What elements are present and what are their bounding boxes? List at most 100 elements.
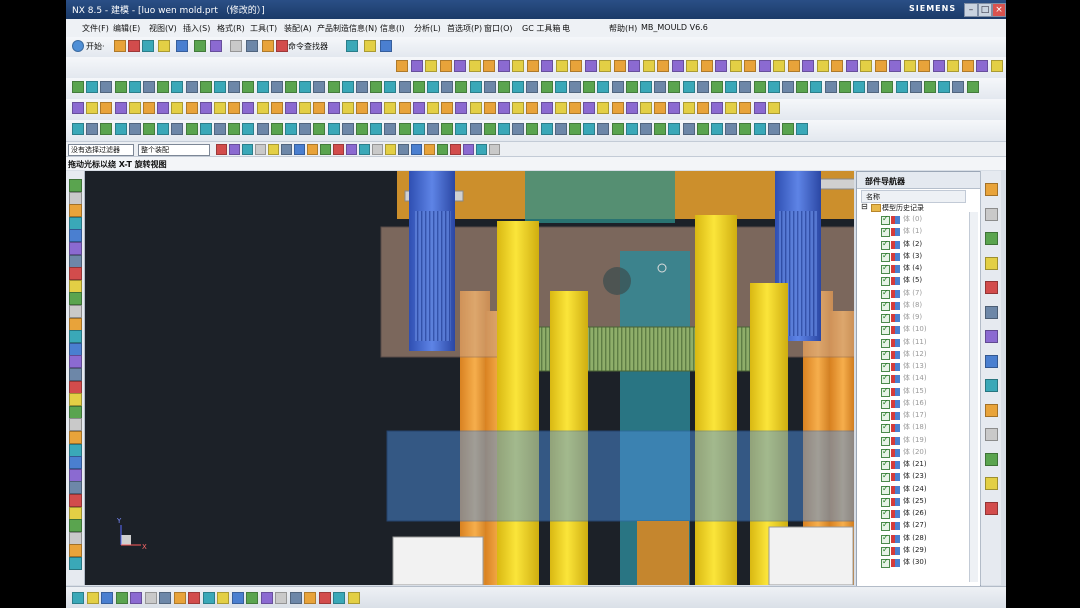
tool-icon[interactable]	[185, 123, 198, 135]
resource-tab-icon[interactable]	[985, 305, 998, 319]
tool-icon[interactable]	[918, 60, 930, 72]
tool-icon[interactable]	[824, 81, 837, 93]
side-tool-icon[interactable]	[69, 279, 82, 293]
tool-icon[interactable]	[569, 123, 581, 135]
tool-icon[interactable]	[990, 60, 1003, 72]
tool-icon[interactable]	[853, 81, 865, 93]
navigator-row[interactable]: 体 (9)	[903, 312, 922, 322]
filter-tool-icon[interactable]	[424, 144, 435, 155]
tool-icon[interactable]	[628, 60, 640, 72]
tool-icon[interactable]	[512, 60, 524, 72]
tool-icon[interactable]	[810, 81, 823, 93]
tool-icon[interactable]	[782, 123, 794, 135]
side-tool-icon[interactable]	[69, 229, 82, 243]
tool-icon[interactable]	[427, 81, 439, 93]
side-tool-icon[interactable]	[69, 204, 82, 218]
tool-icon[interactable]	[498, 81, 510, 93]
navigator-row[interactable]: 体 (0)	[903, 214, 922, 224]
tool-icon[interactable]	[86, 123, 99, 135]
side-tool-icon[interactable]	[69, 531, 82, 545]
tool-icon[interactable]	[100, 123, 113, 135]
tool-icon[interactable]	[143, 81, 155, 93]
tool-icon[interactable]	[526, 60, 539, 72]
tool-icon[interactable]	[72, 81, 84, 93]
tool-icon[interactable]	[540, 102, 553, 114]
tool-icon[interactable]	[711, 81, 723, 93]
type-filter-select[interactable]: 没有选择过滤器	[68, 144, 134, 156]
side-tool-icon[interactable]	[69, 418, 82, 432]
visibility-checkbox[interactable]	[881, 520, 890, 532]
visibility-checkbox[interactable]	[881, 361, 890, 372]
tool-icon[interactable]	[903, 60, 916, 72]
tool-icon[interactable]	[194, 40, 206, 52]
visibility-checkbox[interactable]	[881, 239, 890, 250]
navigator-row[interactable]: 体 (2)	[903, 239, 922, 249]
navigator-row[interactable]: 体 (26)	[903, 508, 927, 518]
bottom-tool-icon[interactable]	[318, 592, 331, 604]
tool-icon[interactable]	[176, 40, 188, 52]
tool-icon[interactable]	[185, 102, 198, 114]
tool-icon[interactable]	[299, 102, 312, 114]
visibility-checkbox[interactable]	[881, 251, 890, 262]
tool-icon[interactable]	[128, 102, 141, 114]
side-tool-icon[interactable]	[69, 179, 82, 192]
bottom-tool-icon[interactable]	[130, 592, 142, 604]
bottom-tool-icon[interactable]	[159, 592, 171, 604]
resource-tab-icon[interactable]	[985, 183, 998, 196]
tool-icon[interactable]	[270, 123, 283, 135]
menu-item-8[interactable]: 信息(I)	[380, 23, 405, 34]
maximize-button[interactable]: □	[978, 3, 992, 17]
tool-icon[interactable]	[242, 81, 255, 93]
navigator-row[interactable]: 体 (25)	[903, 496, 927, 506]
tool-icon[interactable]	[966, 81, 979, 93]
tool-icon[interactable]	[228, 102, 241, 114]
tool-icon[interactable]	[483, 102, 496, 114]
menu-item-5[interactable]: 工具(T)	[250, 23, 277, 34]
bottom-tool-icon[interactable]	[304, 592, 316, 604]
tool-icon[interactable]	[346, 40, 358, 52]
tool-icon[interactable]	[454, 60, 466, 72]
navigator-row[interactable]: 体 (16)	[903, 398, 927, 408]
tool-icon[interactable]	[554, 102, 567, 114]
menu-item-11[interactable]: 窗口(O)	[484, 23, 513, 34]
visibility-checkbox[interactable]	[881, 386, 890, 397]
menu-item-12[interactable]: GC 工具箱	[522, 23, 560, 34]
filter-tool-icon[interactable]	[216, 144, 227, 155]
tool-icon[interactable]	[739, 123, 752, 135]
side-tool-icon[interactable]	[69, 481, 82, 495]
visibility-checkbox[interactable]	[881, 373, 890, 385]
tool-icon[interactable]	[611, 81, 624, 93]
tool-icon[interactable]	[555, 60, 568, 72]
side-tool-icon[interactable]	[69, 216, 82, 230]
tool-icon[interactable]	[526, 102, 539, 114]
bottom-tool-icon[interactable]	[72, 592, 84, 604]
tool-icon[interactable]	[909, 81, 922, 93]
tool-icon[interactable]	[773, 60, 785, 72]
column-header[interactable]: 名称	[861, 190, 966, 203]
tool-icon[interactable]	[554, 123, 567, 135]
tool-icon[interactable]	[199, 102, 212, 114]
side-tool-icon[interactable]	[69, 242, 82, 255]
tool-icon[interactable]	[711, 102, 723, 114]
tool-icon[interactable]	[782, 81, 794, 93]
navigator-row[interactable]: 体 (17)	[903, 410, 927, 420]
tool-icon[interactable]	[285, 123, 297, 135]
tool-icon[interactable]	[455, 81, 468, 93]
filter-tool-icon[interactable]	[294, 144, 305, 155]
tool-icon[interactable]	[625, 123, 638, 135]
side-tool-icon[interactable]	[69, 468, 82, 482]
menu-item-1[interactable]: 编辑(E)	[113, 23, 140, 34]
filter-tool-icon[interactable]	[476, 144, 487, 155]
history-root[interactable]: 模型历史记录	[882, 203, 924, 213]
tool-icon[interactable]	[682, 81, 695, 93]
tool-icon[interactable]	[583, 123, 596, 135]
resource-tab-icon[interactable]	[985, 379, 998, 392]
tool-icon[interactable]	[199, 81, 212, 93]
tool-icon[interactable]	[654, 81, 667, 93]
tool-icon[interactable]	[758, 60, 771, 72]
tool-icon[interactable]	[341, 123, 354, 135]
side-tool-icon[interactable]	[69, 317, 82, 331]
minimize-button[interactable]: –	[964, 3, 978, 17]
resource-tab-icon[interactable]	[985, 207, 998, 221]
tool-icon[interactable]	[787, 60, 800, 72]
